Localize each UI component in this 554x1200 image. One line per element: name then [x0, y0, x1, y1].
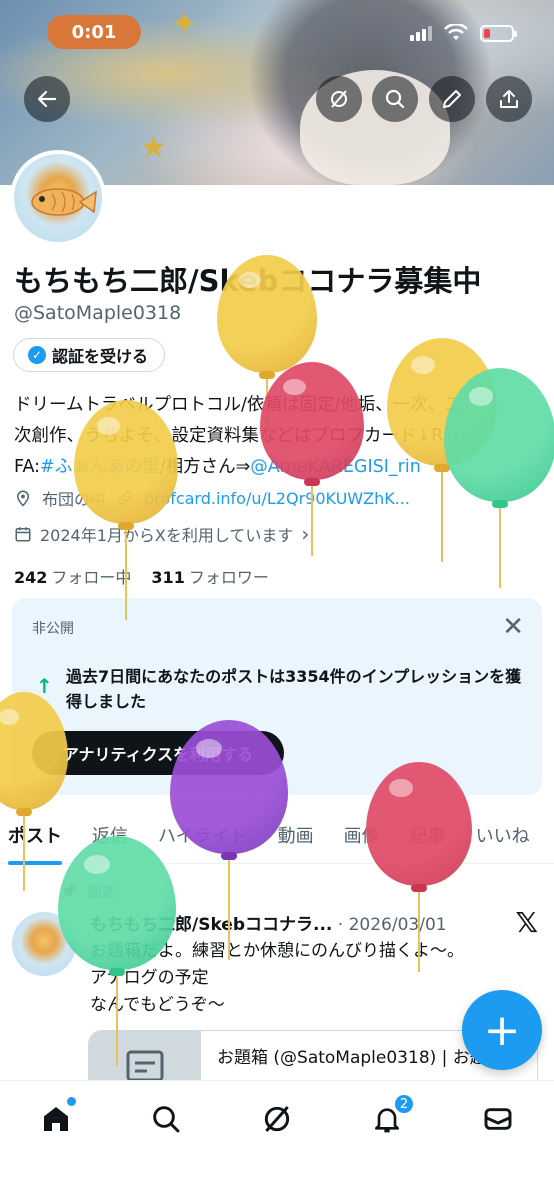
share-icon — [500, 90, 518, 108]
balloon-decoration — [74, 400, 178, 624]
star-decoration-icon: ✦ — [170, 4, 199, 44]
cellular-signal-icon — [410, 25, 432, 41]
balloon-decoration — [170, 720, 288, 964]
nav-messages[interactable] — [478, 1099, 518, 1139]
home-icon — [44, 1107, 68, 1131]
profile-handle: @SatoMaple0318 — [14, 302, 182, 324]
get-verified-button[interactable]: ✓ 認証を受ける — [13, 338, 166, 372]
wifi-icon — [444, 24, 468, 40]
edit-button[interactable] — [429, 76, 475, 122]
balloon-decoration — [260, 362, 364, 560]
profile-avatar[interactable] — [10, 150, 106, 246]
grok-icon — [264, 1106, 290, 1132]
search-icon — [385, 89, 405, 109]
bio-text: FA: — [14, 457, 41, 477]
battery-icon — [480, 24, 517, 42]
share-button[interactable] — [486, 76, 532, 122]
balloon-decoration — [58, 836, 176, 1070]
nav-search[interactable] — [146, 1099, 186, 1139]
nav-home[interactable] — [36, 1097, 76, 1139]
analytics-message: 過去7日間にあなたのポストは3354件のインプレッションを獲得しました — [66, 667, 522, 711]
nav-notifications[interactable]: 2 — [367, 1093, 415, 1139]
star-decoration-icon: ★ — [140, 130, 167, 165]
search-icon — [153, 1106, 180, 1133]
plus-icon: + — [483, 1004, 521, 1056]
verified-badge-icon: ✓ — [28, 346, 46, 364]
home-unread-dot — [67, 1097, 76, 1106]
balloon-decoration — [366, 762, 472, 976]
following-count: 242 — [14, 568, 48, 587]
bottom-nav: 2 — [0, 1080, 554, 1200]
status-icons — [410, 24, 517, 42]
status-time: 0:01 — [47, 15, 141, 49]
location-pin-icon — [16, 490, 30, 507]
search-button[interactable] — [372, 76, 418, 122]
mail-icon — [484, 1108, 512, 1130]
back-button[interactable] — [24, 76, 70, 122]
followers-label: フォロワー — [188, 568, 269, 587]
grok-button[interactable] — [316, 76, 362, 122]
close-icon[interactable]: ✕ — [502, 612, 524, 642]
get-verified-label: 認証を受ける — [52, 347, 149, 366]
nav-grok[interactable] — [257, 1099, 297, 1139]
fish-illustration — [31, 188, 97, 216]
private-label: 非公開 — [32, 621, 74, 637]
back-arrow-icon — [37, 90, 57, 108]
edit-pencil-icon — [443, 90, 461, 108]
grok-icon — [331, 90, 347, 108]
x-logo-icon: 𝕏 — [515, 906, 538, 939]
notification-count-badge: 2 — [393, 1093, 415, 1115]
tab-likes[interactable]: いいね — [476, 806, 530, 864]
balloon-decoration — [444, 368, 554, 592]
calendar-icon — [15, 527, 31, 542]
compose-post-button[interactable]: + — [462, 990, 542, 1070]
